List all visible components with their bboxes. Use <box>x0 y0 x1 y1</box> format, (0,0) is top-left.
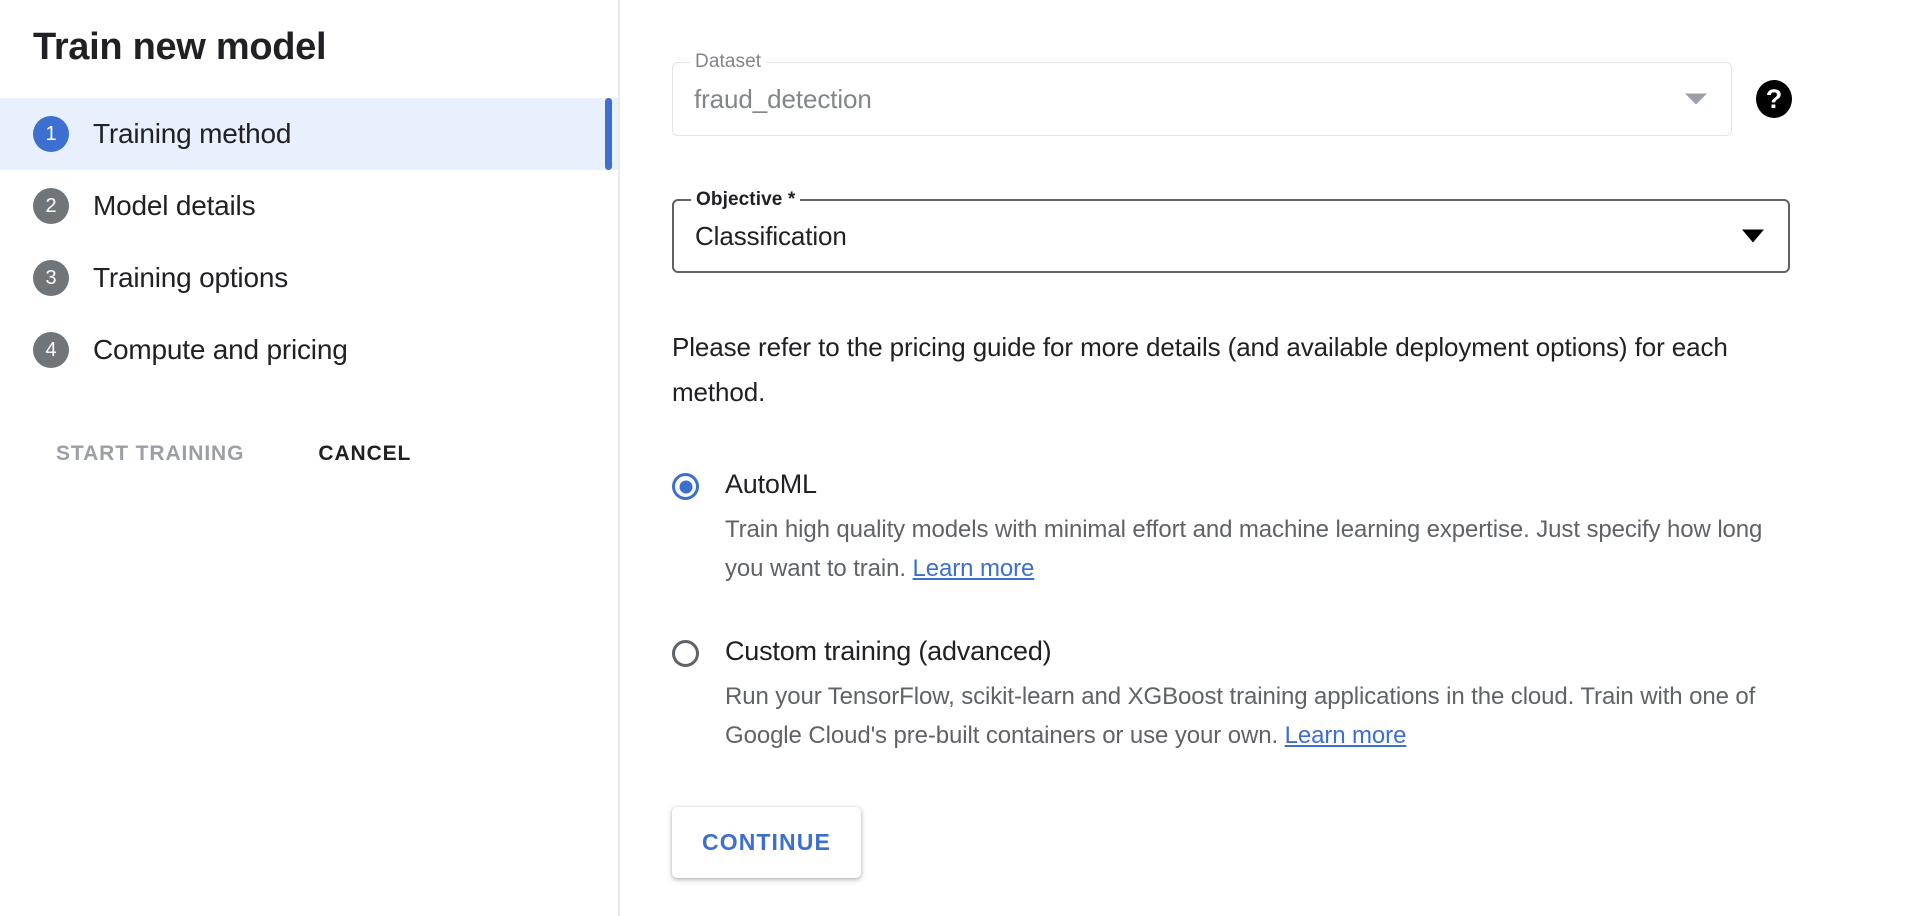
sidebar-item-label: Model details <box>93 190 255 222</box>
sidebar-item-compute-and-pricing[interactable]: 4 Compute and pricing <box>0 314 618 386</box>
active-step-indicator <box>605 98 612 170</box>
main-content: Dataset fraud_detection ? Objective * Cl… <box>620 0 1792 878</box>
page-title: Train new model <box>0 0 618 72</box>
continue-button[interactable]: CONTINUE <box>672 807 861 878</box>
sidebar-item-label: Training options <box>93 262 288 294</box>
dataset-field-row: Dataset fraud_detection ? <box>672 62 1792 136</box>
option-custom-training-body: Custom training (advanced) Run your Tens… <box>725 634 1792 755</box>
dataset-field-label: Dataset <box>690 52 766 72</box>
learn-more-link[interactable]: Learn more <box>913 555 1035 582</box>
dataset-select[interactable]: Dataset fraud_detection <box>672 62 1732 136</box>
main-panel: Dataset fraud_detection ? Objective * Cl… <box>620 0 1928 916</box>
option-description: Train high quality models with minimal e… <box>725 510 1792 588</box>
dataset-field-value: fraud_detection <box>673 84 872 115</box>
sidebar-item-training-options[interactable]: 3 Training options <box>0 242 618 314</box>
train-new-model-wizard: Train new model 1 Training method 2 Mode… <box>0 0 1928 916</box>
step-number-3: 3 <box>33 260 69 296</box>
sidebar-item-model-details[interactable]: 2 Model details <box>0 170 618 242</box>
learn-more-link[interactable]: Learn more <box>1285 722 1407 749</box>
sidebar-action-bar: START TRAINING CANCEL <box>0 430 618 478</box>
sidebar-item-label: Compute and pricing <box>93 334 348 366</box>
radio-custom-training[interactable] <box>672 640 699 667</box>
sidebar-item-label: Training method <box>93 118 291 150</box>
option-title: AutoML <box>725 467 1792 501</box>
option-custom-training[interactable]: Custom training (advanced) Run your Tens… <box>672 634 1792 755</box>
step-number-4: 4 <box>33 332 69 368</box>
pricing-guide-note: Please refer to the pricing guide for mo… <box>672 325 1792 415</box>
option-automl[interactable]: AutoML Train high quality models with mi… <box>672 467 1792 588</box>
field-spacer <box>672 136 1792 199</box>
continue-button-wrap: CONTINUE <box>672 807 1792 878</box>
training-method-options: AutoML Train high quality models with mi… <box>672 467 1792 755</box>
start-training-button[interactable]: START TRAINING <box>40 430 260 478</box>
option-title: Custom training (advanced) <box>725 634 1792 668</box>
option-automl-body: AutoML Train high quality models with mi… <box>725 467 1792 588</box>
sidebar-item-training-method[interactable]: 1 Training method <box>0 98 618 170</box>
step-number-1: 1 <box>33 116 69 152</box>
step-number-2: 2 <box>33 188 69 224</box>
objective-field-row: Objective * Classification <box>672 199 1792 273</box>
wizard-sidebar: Train new model 1 Training method 2 Mode… <box>0 0 620 916</box>
objective-field-value: Classification <box>674 221 847 252</box>
option-description-text: Run your TensorFlow, scikit-learn and XG… <box>725 683 1755 749</box>
help-icon[interactable]: ? <box>1756 80 1792 118</box>
objective-select[interactable]: Objective * Classification <box>672 199 1790 273</box>
radio-automl[interactable] <box>672 473 699 500</box>
option-description-text: Train high quality models with minimal e… <box>725 516 1762 582</box>
step-list: 1 Training method 2 Model details 3 Trai… <box>0 98 618 386</box>
cancel-button[interactable]: CANCEL <box>302 430 427 478</box>
option-description: Run your TensorFlow, scikit-learn and XG… <box>725 677 1792 755</box>
chevron-down-icon <box>1742 230 1764 243</box>
chevron-down-icon <box>1685 94 1707 105</box>
objective-field-label: Objective * <box>691 190 800 210</box>
